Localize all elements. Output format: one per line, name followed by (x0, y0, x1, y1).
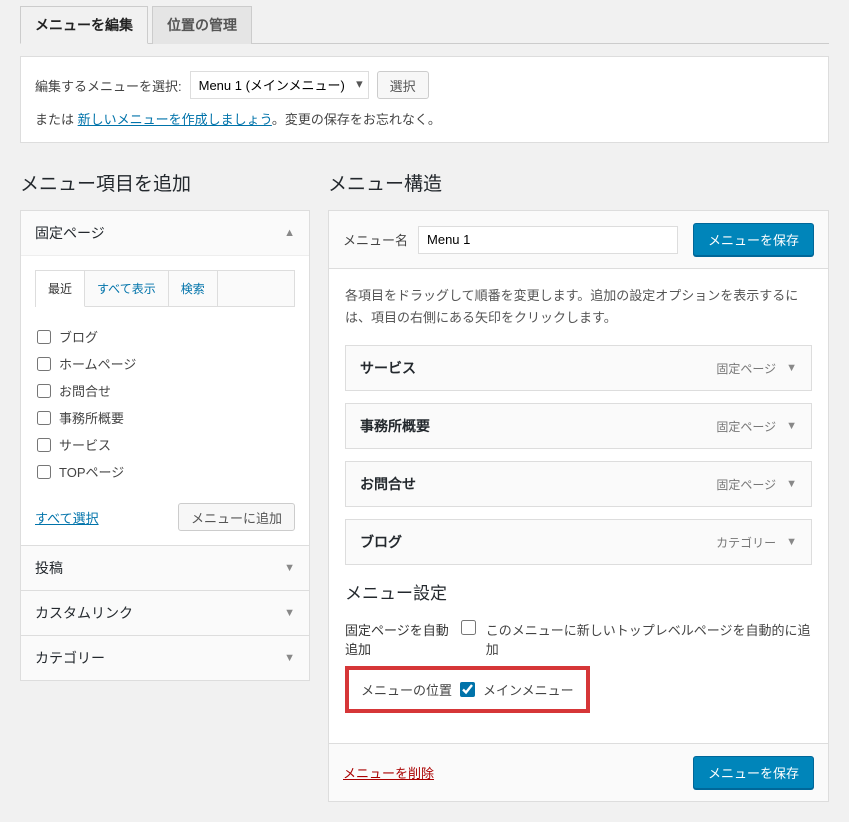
check-item-5[interactable]: TOPページ (37, 458, 293, 485)
check-item-4[interactable]: サービス (37, 431, 293, 458)
acc-header-links[interactable]: カスタムリンク ▼ (21, 590, 309, 635)
checkbox[interactable] (37, 357, 51, 371)
check-item-1[interactable]: ホームページ (37, 350, 293, 377)
menu-item-type: 固定ページ (716, 360, 776, 377)
menu-name-input[interactable] (418, 226, 678, 254)
save-menu-button-top[interactable]: メニューを保存 (693, 223, 814, 256)
nav-tabs: メニューを編集 位置の管理 (20, 6, 829, 44)
menu-item-type: 固定ページ (716, 418, 776, 435)
select-all-link[interactable]: すべて選択 (35, 508, 99, 527)
acc-title-cats: カテゴリー (35, 648, 105, 668)
create-new-menu-link[interactable]: 新しいメニューを作成しましょう (78, 112, 272, 127)
menu-item[interactable]: ブログ カテゴリー ▼ (345, 519, 812, 565)
caret-down-icon: ▼ (786, 362, 797, 374)
check-label: TOPページ (59, 462, 124, 481)
acc-title-links: カスタムリンク (35, 603, 133, 623)
menu-edit: メニュー名 メニューを保存 各項目をドラッグして順番を変更します。追加の設定オプ… (328, 210, 829, 802)
checkbox[interactable] (37, 465, 51, 479)
save-menu-button-bottom[interactable]: メニューを保存 (693, 756, 814, 789)
menu-item-title: 事務所概要 (360, 416, 430, 436)
menu-item[interactable]: サービス 固定ページ ▼ (345, 345, 812, 391)
add-to-menu-button[interactable]: メニューに追加 (178, 503, 295, 531)
auto-add-label: 固定ページを自動追加 (345, 620, 451, 658)
select-menu-label: 編集するメニューを選択: (35, 76, 182, 95)
location-label: メニューの位置 (361, 680, 452, 699)
acc-header-pages[interactable]: 固定ページ ▲ (21, 211, 309, 255)
check-item-0[interactable]: ブログ (37, 323, 293, 350)
tab-manage-locations[interactable]: 位置の管理 (152, 6, 252, 44)
menu-item[interactable]: 事務所概要 固定ページ ▼ (345, 403, 812, 449)
subtabs: 最近 すべて表示 検索 (35, 270, 295, 307)
subtab-recent[interactable]: 最近 (36, 271, 85, 307)
tab-edit-menus[interactable]: メニューを編集 (20, 6, 148, 44)
check-label: ブログ (59, 327, 98, 346)
or-text: または (35, 112, 74, 127)
caret-down-icon: ▼ (284, 562, 295, 574)
location-main-text: メインメニュー (483, 680, 574, 699)
menu-item[interactable]: お問合せ 固定ページ ▼ (345, 461, 812, 507)
delete-menu-link[interactable]: メニューを削除 (343, 763, 434, 782)
select-menu-button[interactable]: 選択 (377, 71, 429, 99)
caret-down-icon: ▼ (284, 607, 295, 619)
subtab-all[interactable]: すべて表示 (85, 271, 169, 306)
auto-add-checkbox[interactable] (461, 620, 475, 635)
menu-item-type: 固定ページ (716, 476, 776, 493)
location-highlight: メニューの位置 メインメニュー (345, 666, 590, 713)
checkbox[interactable] (37, 384, 51, 398)
caret-down-icon: ▼ (786, 536, 797, 548)
auto-add-text: このメニューに新しいトップレベルページを自動的に追加 (486, 620, 812, 658)
menu-item-title: ブログ (360, 532, 402, 552)
menu-item-title: サービス (360, 358, 416, 378)
menu-select-dropdown[interactable]: Menu 1 (メインメニュー) (190, 71, 369, 99)
check-item-2[interactable]: お問合せ (37, 377, 293, 404)
subtab-search[interactable]: 検索 (169, 271, 218, 306)
checkbox[interactable] (37, 411, 51, 425)
menu-item-type: カテゴリー (716, 534, 776, 551)
caret-down-icon: ▼ (284, 652, 295, 664)
caret-down-icon: ▼ (786, 478, 797, 490)
caret-down-icon: ▼ (786, 420, 797, 432)
checkbox[interactable] (37, 438, 51, 452)
checkbox[interactable] (37, 330, 51, 344)
acc-title-posts: 投稿 (35, 558, 63, 578)
check-label: 事務所概要 (59, 408, 124, 427)
acc-body-pages: 最近 すべて表示 検索 ブログ ホームページ お問合せ 事務所概要 サービス T… (21, 255, 309, 545)
location-main-checkbox[interactable] (460, 682, 475, 697)
menu-settings-heading: メニュー設定 (345, 579, 812, 604)
menu-select-bar: 編集するメニューを選択: Menu 1 (メインメニュー) 選択 または 新しい… (20, 56, 829, 143)
acc-header-cats[interactable]: カテゴリー ▼ (21, 635, 309, 680)
check-label: お問合せ (59, 381, 111, 400)
menu-name-label: メニュー名 (343, 230, 408, 249)
acc-header-posts[interactable]: 投稿 ▼ (21, 545, 309, 590)
page-checklist: ブログ ホームページ お問合せ 事務所概要 サービス TOPページ (35, 319, 295, 489)
check-label: サービス (59, 435, 111, 454)
acc-title-pages: 固定ページ (35, 223, 105, 243)
check-label: ホームページ (59, 354, 136, 373)
check-item-3[interactable]: 事務所概要 (37, 404, 293, 431)
select-bar-tail: 。変更の保存をお忘れなく。 (272, 112, 441, 127)
caret-up-icon: ▲ (284, 227, 295, 239)
add-items-heading: メニュー項目を追加 (20, 169, 310, 196)
menu-structure-heading: メニュー構造 (328, 169, 829, 196)
accordion: 固定ページ ▲ 最近 すべて表示 検索 ブログ ホームページ お問合せ 事務所概… (20, 210, 310, 681)
structure-desc: 各項目をドラッグして順番を変更します。追加の設定オプションを表示するには、項目の… (345, 285, 812, 329)
menu-item-title: お問合せ (360, 474, 416, 494)
